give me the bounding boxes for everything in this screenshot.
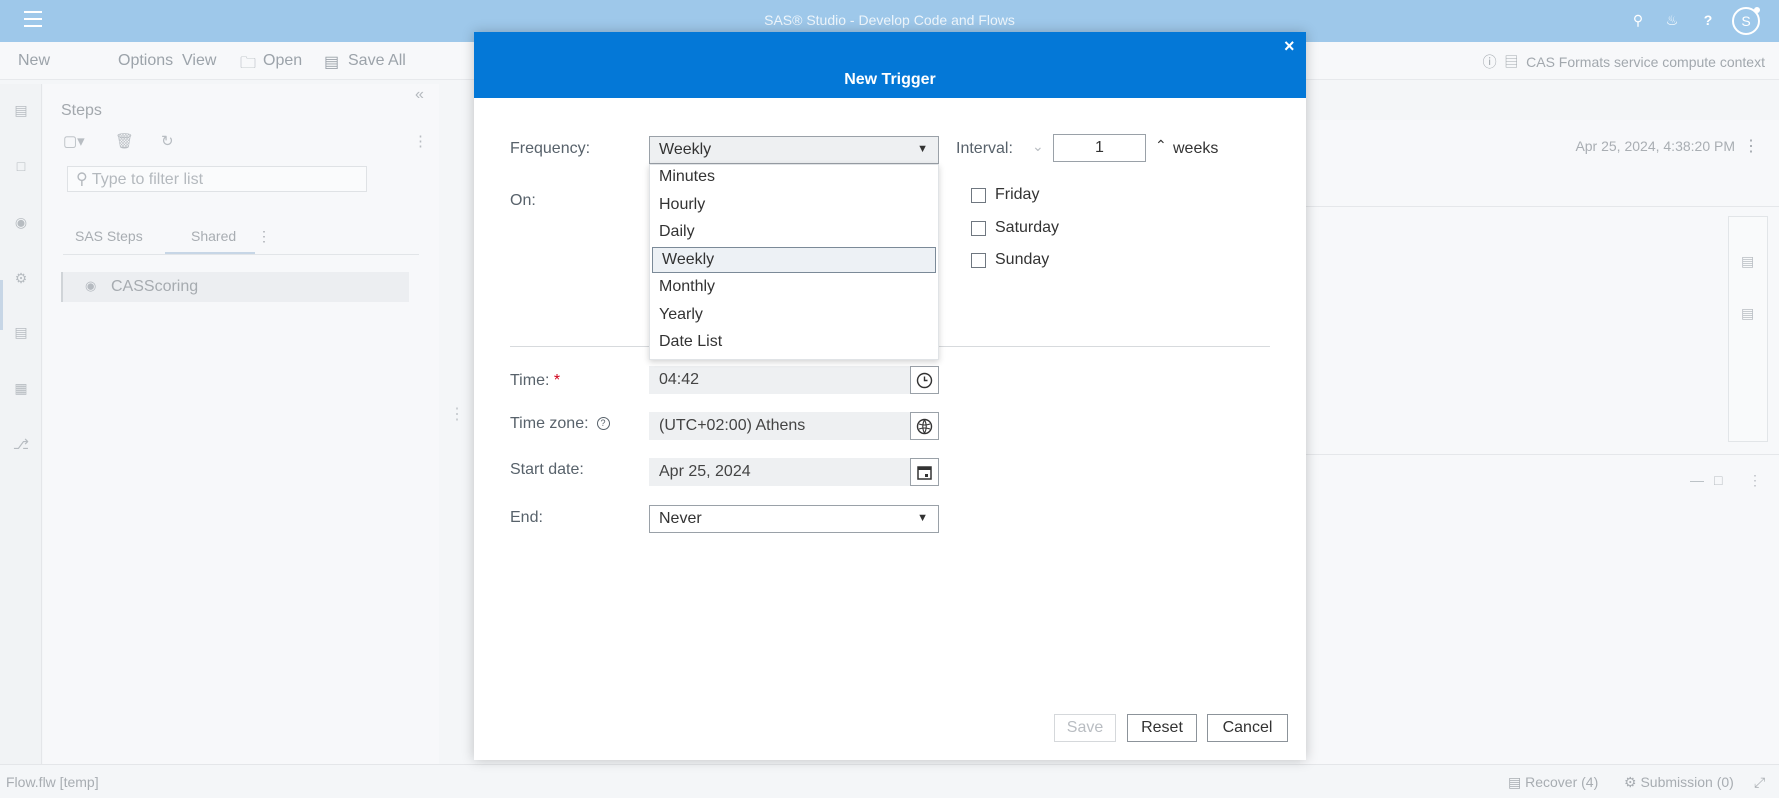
option-hourly[interactable]: Hourly [650, 193, 938, 219]
start-date-input[interactable]: Apr 25, 2024 [649, 458, 939, 486]
end-label: End: [510, 509, 543, 526]
frequency-select[interactable]: Weekly ▼ [649, 136, 939, 164]
option-daily[interactable]: Daily [650, 220, 938, 246]
checkbox[interactable] [971, 188, 986, 203]
timezone-input[interactable]: (UTC+02:00) Athens [649, 412, 939, 440]
interval-input[interactable]: 1 [1053, 134, 1146, 162]
interval-unit-label: weeks [1173, 140, 1219, 157]
frequency-dropdown-list: Minutes Hourly Daily Weekly Monthly Year… [649, 164, 939, 360]
time-input[interactable]: 04:42 [649, 366, 939, 394]
on-label: On: [510, 192, 536, 209]
interval-label: Interval: [956, 140, 1013, 157]
clock-icon [916, 372, 933, 389]
time-picker-button[interactable] [910, 366, 939, 394]
checkbox[interactable] [971, 221, 986, 236]
required-marker: * [553, 372, 561, 389]
cancel-button[interactable]: Cancel [1207, 714, 1288, 742]
option-weekly[interactable]: Weekly [652, 247, 936, 273]
date-picker-button[interactable] [910, 458, 939, 486]
option-minutes[interactable]: Minutes [650, 165, 938, 191]
option-yearly[interactable]: Yearly [650, 303, 938, 329]
start-date-label: Start date: [510, 461, 584, 478]
increment-icon[interactable]: ⌃ [1155, 137, 1167, 154]
time-label: Time: * [510, 372, 561, 389]
new-trigger-dialog: New Trigger × Frequency: Weekly ▼ Interv… [474, 32, 1306, 760]
chevron-down-icon: ▼ [917, 143, 928, 155]
timezone-picker-button[interactable] [910, 412, 939, 440]
checkbox[interactable] [971, 253, 986, 268]
reset-button[interactable]: Reset [1127, 714, 1197, 742]
option-date-list[interactable]: Date List [650, 330, 938, 356]
chevron-down-icon: ▼ [917, 512, 928, 524]
end-select[interactable]: Never ▼ [649, 505, 939, 533]
dialog-header: New Trigger × [474, 32, 1306, 98]
question-help-icon[interactable]: ? [596, 417, 610, 430]
calendar-icon [917, 466, 932, 480]
frequency-label: Frequency: [510, 140, 591, 157]
dialog-title: New Trigger [844, 71, 936, 88]
timezone-label: Time zone:? [510, 415, 610, 433]
close-icon[interactable]: × [1284, 36, 1295, 57]
save-button[interactable]: Save [1054, 714, 1116, 742]
decrement-icon[interactable]: ⌄ [1032, 138, 1044, 155]
option-monthly[interactable]: Monthly [650, 275, 938, 301]
globe-icon [916, 418, 933, 435]
